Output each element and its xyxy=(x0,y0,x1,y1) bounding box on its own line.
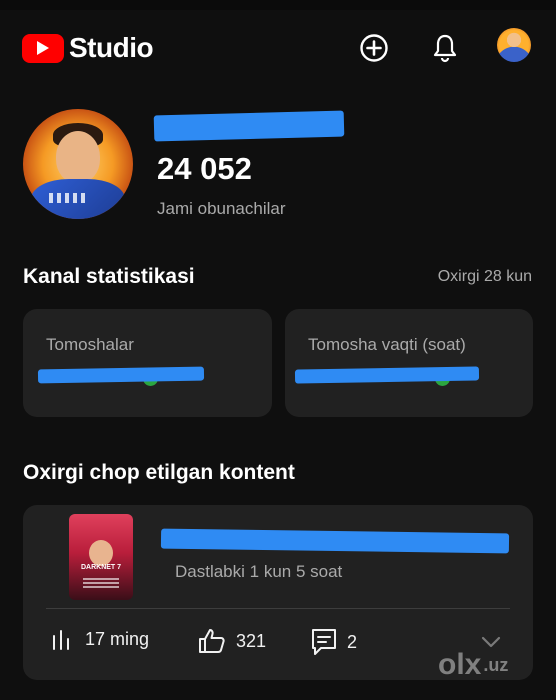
latest-content-title: Oxirgi chop etilgan kontent xyxy=(23,461,295,484)
likes-count: 321 xyxy=(236,630,267,651)
channel-name-redaction xyxy=(153,110,345,142)
comment-icon xyxy=(312,629,336,655)
stats-period[interactable]: Oxirgi 28 kun xyxy=(438,268,532,286)
divider xyxy=(46,608,510,609)
watch-time-card[interactable]: Tomosha vaqti (soat) xyxy=(285,309,533,417)
bar-chart-icon xyxy=(53,630,69,650)
channel-avatar xyxy=(23,109,133,219)
views-stat: 17 ming xyxy=(51,628,149,650)
views-value-redaction xyxy=(37,366,205,384)
video-title-redaction xyxy=(160,528,510,554)
thumbnail-text: DARKNET 7 xyxy=(80,564,122,571)
app-header: Studio xyxy=(0,20,556,76)
comments-count: 2 xyxy=(347,631,358,652)
status-bar xyxy=(0,0,556,10)
account-avatar-icon[interactable] xyxy=(497,28,531,62)
olx-watermark: olx .uz xyxy=(438,648,509,681)
add-circle-icon[interactable] xyxy=(356,30,392,66)
subscribers-label: Jami obunachilar xyxy=(157,199,286,218)
thumbs-up-icon xyxy=(199,629,225,653)
watch-time-label: Tomosha vaqti (soat) xyxy=(308,335,466,354)
bell-icon[interactable] xyxy=(427,30,463,66)
views-label: Tomoshalar xyxy=(46,335,134,354)
watch-time-value-redaction xyxy=(294,366,480,384)
app-name: Studio xyxy=(69,32,154,63)
subscribers-count: 24 052 xyxy=(157,151,252,186)
video-thumbnail[interactable]: DARKNET 7 xyxy=(69,514,133,600)
views-count: 17 ming xyxy=(85,628,150,649)
studio-logo[interactable]: Studio xyxy=(22,32,154,64)
youtube-logo-icon xyxy=(22,33,64,63)
video-meta: Dastlabki 1 kun 5 soat xyxy=(175,562,343,581)
channel-stats-title: Kanal statistikasi xyxy=(23,265,195,288)
likes-stat: 321 xyxy=(198,628,266,654)
views-card[interactable]: Tomoshalar xyxy=(23,309,272,417)
comments-stat: 2 xyxy=(311,628,357,656)
